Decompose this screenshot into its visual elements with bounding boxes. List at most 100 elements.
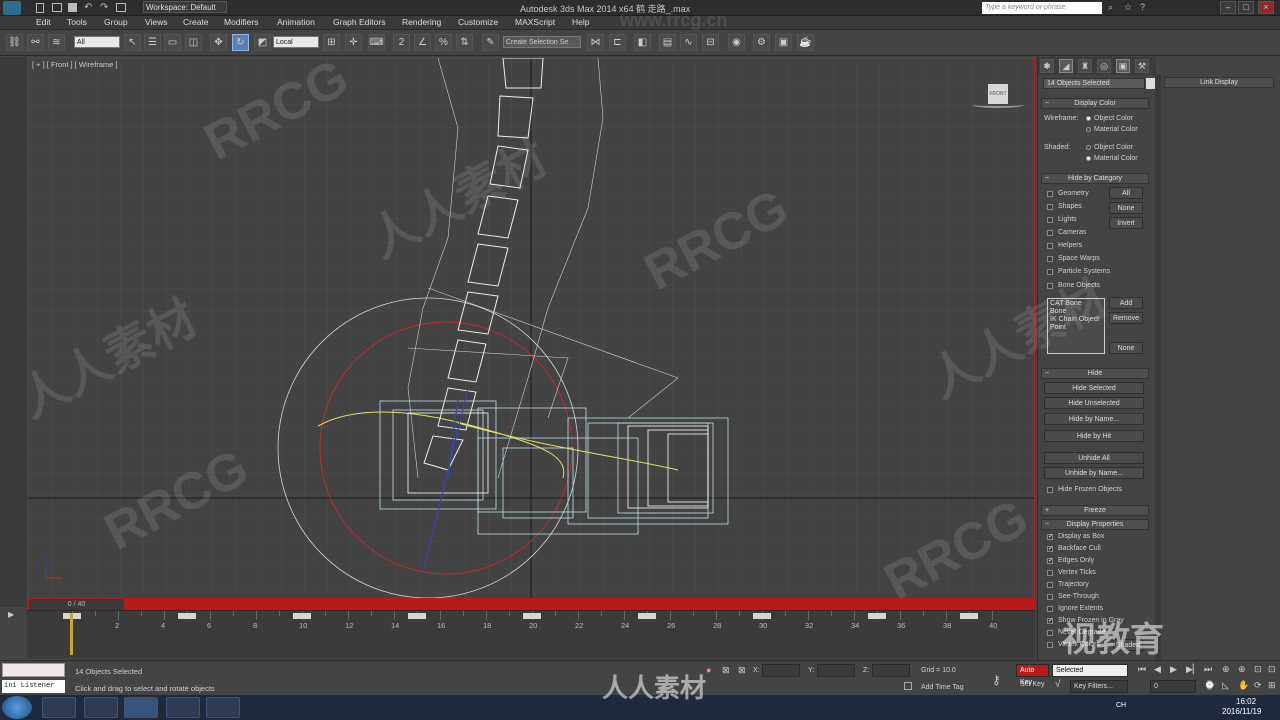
prev-frame-icon[interactable]: ◀ [1154, 664, 1161, 675]
minimize-icon[interactable]: – [1220, 1, 1236, 14]
menu-views[interactable]: Views [145, 17, 168, 27]
scale-icon[interactable]: ◩ [254, 34, 271, 51]
category-geometry-checkbox[interactable] [1047, 191, 1053, 197]
angle-snap-icon[interactable]: ∠ [414, 34, 431, 51]
hide-selected-button[interactable]: Hide Selected [1044, 382, 1144, 394]
auto-key-button[interactable]: Auto Key [1016, 664, 1049, 686]
display-property-checkbox[interactable] [1047, 606, 1053, 612]
hide-frozen-objects-checkbox[interactable] [1047, 487, 1053, 493]
orbit-icon[interactable]: ⟳ [1254, 680, 1262, 691]
subscription-icon[interactable]: ☆ [1124, 2, 1132, 13]
animation-key[interactable] [178, 613, 196, 619]
category-helpers-checkbox[interactable] [1047, 243, 1053, 249]
rotate-icon[interactable]: ↻ [232, 34, 249, 51]
render-setup-icon[interactable]: ⚙ [753, 34, 770, 51]
unlink-icon[interactable]: ⚯ [27, 34, 44, 51]
selection-filter-dropdown[interactable]: All [74, 36, 120, 48]
transform-mode-icon[interactable]: ⊠ [738, 665, 746, 676]
time-slider[interactable]: 0 / 40 [27, 599, 1035, 610]
menu-create[interactable]: Create [183, 17, 209, 27]
timeline-track[interactable]: 2 4 6 8 10 12 14 16 18 20 22 24 26 28 30 32 34 36 38 40 [27, 610, 1035, 658]
mirror-icon[interactable]: ⋈ [587, 34, 604, 51]
hide-unselected-button[interactable]: Hide Unselected [1044, 397, 1144, 409]
display-tab-icon[interactable]: ▣ [1116, 59, 1130, 73]
zoom-extents-all-icon[interactable]: ⊡ [1268, 664, 1276, 675]
display-property-checkbox[interactable]: ✓ [1047, 618, 1053, 624]
display-property-checkbox[interactable] [1047, 582, 1053, 588]
display-property-checkbox[interactable]: ✓ [1047, 558, 1053, 564]
zoom-all-icon[interactable]: ⊕ [1238, 664, 1246, 675]
freeze-rollout[interactable]: + Freeze [1041, 505, 1149, 516]
goto-end-icon[interactable]: ⏭ [1204, 664, 1212, 675]
play-icon[interactable]: ▶ [1170, 664, 1177, 675]
workspace-dropdown[interactable]: Workspace: Default [143, 1, 227, 13]
pivot-center-icon[interactable]: ⊞ [323, 34, 340, 51]
hide-rollout[interactable]: − Hide [1041, 368, 1149, 379]
maximize-viewport-icon[interactable]: ⊞ [1268, 680, 1276, 691]
current-frame-field[interactable]: 0 [1150, 680, 1196, 693]
unhide-all-button[interactable]: Unhide All [1044, 452, 1144, 464]
time-tag-icon[interactable] [904, 682, 912, 690]
category-particle-systems-checkbox[interactable] [1047, 269, 1053, 275]
hierarchy-tab-icon[interactable]: ♜ [1078, 59, 1092, 73]
wireframe-material-color-radio[interactable] [1086, 127, 1091, 132]
next-frame-icon[interactable]: ▶▏ [1186, 664, 1200, 675]
timeline-expand-icon[interactable]: ▶ [8, 610, 14, 619]
hide-by-hit-button[interactable]: Hide by Hit [1044, 430, 1144, 442]
list-item[interactable]: CAT Bone [1050, 300, 1102, 308]
search-input[interactable]: Type a keyword or phrase [982, 2, 1102, 14]
menu-tools[interactable]: Tools [67, 17, 87, 27]
menu-customize[interactable]: Customize [458, 17, 498, 27]
graphite-ribbon-icon[interactable]: ▤ [659, 34, 676, 51]
menu-modifiers[interactable]: Modifiers [224, 17, 258, 27]
menu-animation[interactable]: Animation [277, 17, 315, 27]
display-properties-rollout[interactable]: − Display Properties [1041, 519, 1149, 530]
category-bone-objects-checkbox[interactable] [1047, 283, 1053, 289]
move-icon[interactable]: ✥ [210, 34, 227, 51]
curve-editor-icon[interactable]: ∿ [680, 34, 697, 51]
utilities-tab-icon[interactable]: ⚒ [1135, 59, 1149, 73]
animation-key[interactable] [868, 613, 886, 619]
category-add-button[interactable]: Add [1109, 297, 1143, 309]
hide-by-category-rollout[interactable]: − Hide by Category [1041, 173, 1149, 184]
quick-open-icon[interactable] [52, 3, 62, 12]
animation-key[interactable] [960, 613, 978, 619]
taskbar-tool-icon[interactable] [206, 697, 240, 718]
link-display-rollout[interactable]: Link Display [1164, 77, 1274, 88]
lock-icon[interactable]: ● [706, 665, 711, 675]
undo-icon[interactable]: ↶ [84, 2, 92, 13]
viewcube[interactable]: FRONT [988, 84, 1008, 104]
percent-snap-icon[interactable]: % [435, 34, 452, 51]
named-selection-dropdown[interactable]: Create Selection Se [503, 36, 581, 48]
list-item[interactable]: IK Chain Object [1050, 316, 1102, 324]
goto-start-icon[interactable]: ⏮ [1138, 664, 1146, 675]
selection-region-icon[interactable]: ▭ [164, 34, 181, 51]
animation-key[interactable] [293, 613, 311, 619]
search-icon[interactable]: ⌕ [1108, 2, 1113, 13]
quick-save-icon[interactable] [68, 3, 77, 12]
pan-icon[interactable]: ✋ [1238, 680, 1249, 691]
start-button-icon[interactable] [2, 696, 32, 719]
language-indicator[interactable]: CH [1116, 702, 1126, 709]
list-item[interactable]: Point [1050, 324, 1102, 332]
select-object-icon[interactable]: ↖ [124, 34, 141, 51]
taskbar-app-icon[interactable] [42, 697, 76, 718]
unhide-by-name-button[interactable]: Unhide by Name... [1044, 467, 1144, 479]
rendered-frame-icon[interactable]: ▣ [775, 34, 792, 51]
taskbar-ie-icon[interactable] [84, 697, 118, 718]
taskbar-powerpoint-icon[interactable] [166, 697, 200, 718]
keyboard-shortcut-icon[interactable]: ⌨ [368, 34, 385, 51]
key-mode-dropdown[interactable]: Selected [1052, 664, 1128, 677]
isolate-icon[interactable]: ⊠ [722, 665, 730, 676]
select-manipulate-icon[interactable]: ✛ [345, 34, 362, 51]
viewcube-ring[interactable] [972, 102, 1024, 108]
animation-key[interactable] [753, 613, 771, 619]
render-production-icon[interactable]: ☕ [797, 34, 814, 51]
wireframe-object-color-radio[interactable] [1086, 116, 1091, 121]
viewport-label[interactable]: [ + ] [ Front ] [ Wireframe ] [32, 60, 118, 69]
set-key-button[interactable]: Set Key [1020, 681, 1045, 688]
spinner-snap-icon[interactable]: ⇅ [456, 34, 473, 51]
window-crossing-icon[interactable]: ◫ [185, 34, 202, 51]
modify-tab-icon[interactable]: ◢ [1059, 59, 1073, 73]
category-all-button[interactable]: All [1109, 187, 1143, 199]
